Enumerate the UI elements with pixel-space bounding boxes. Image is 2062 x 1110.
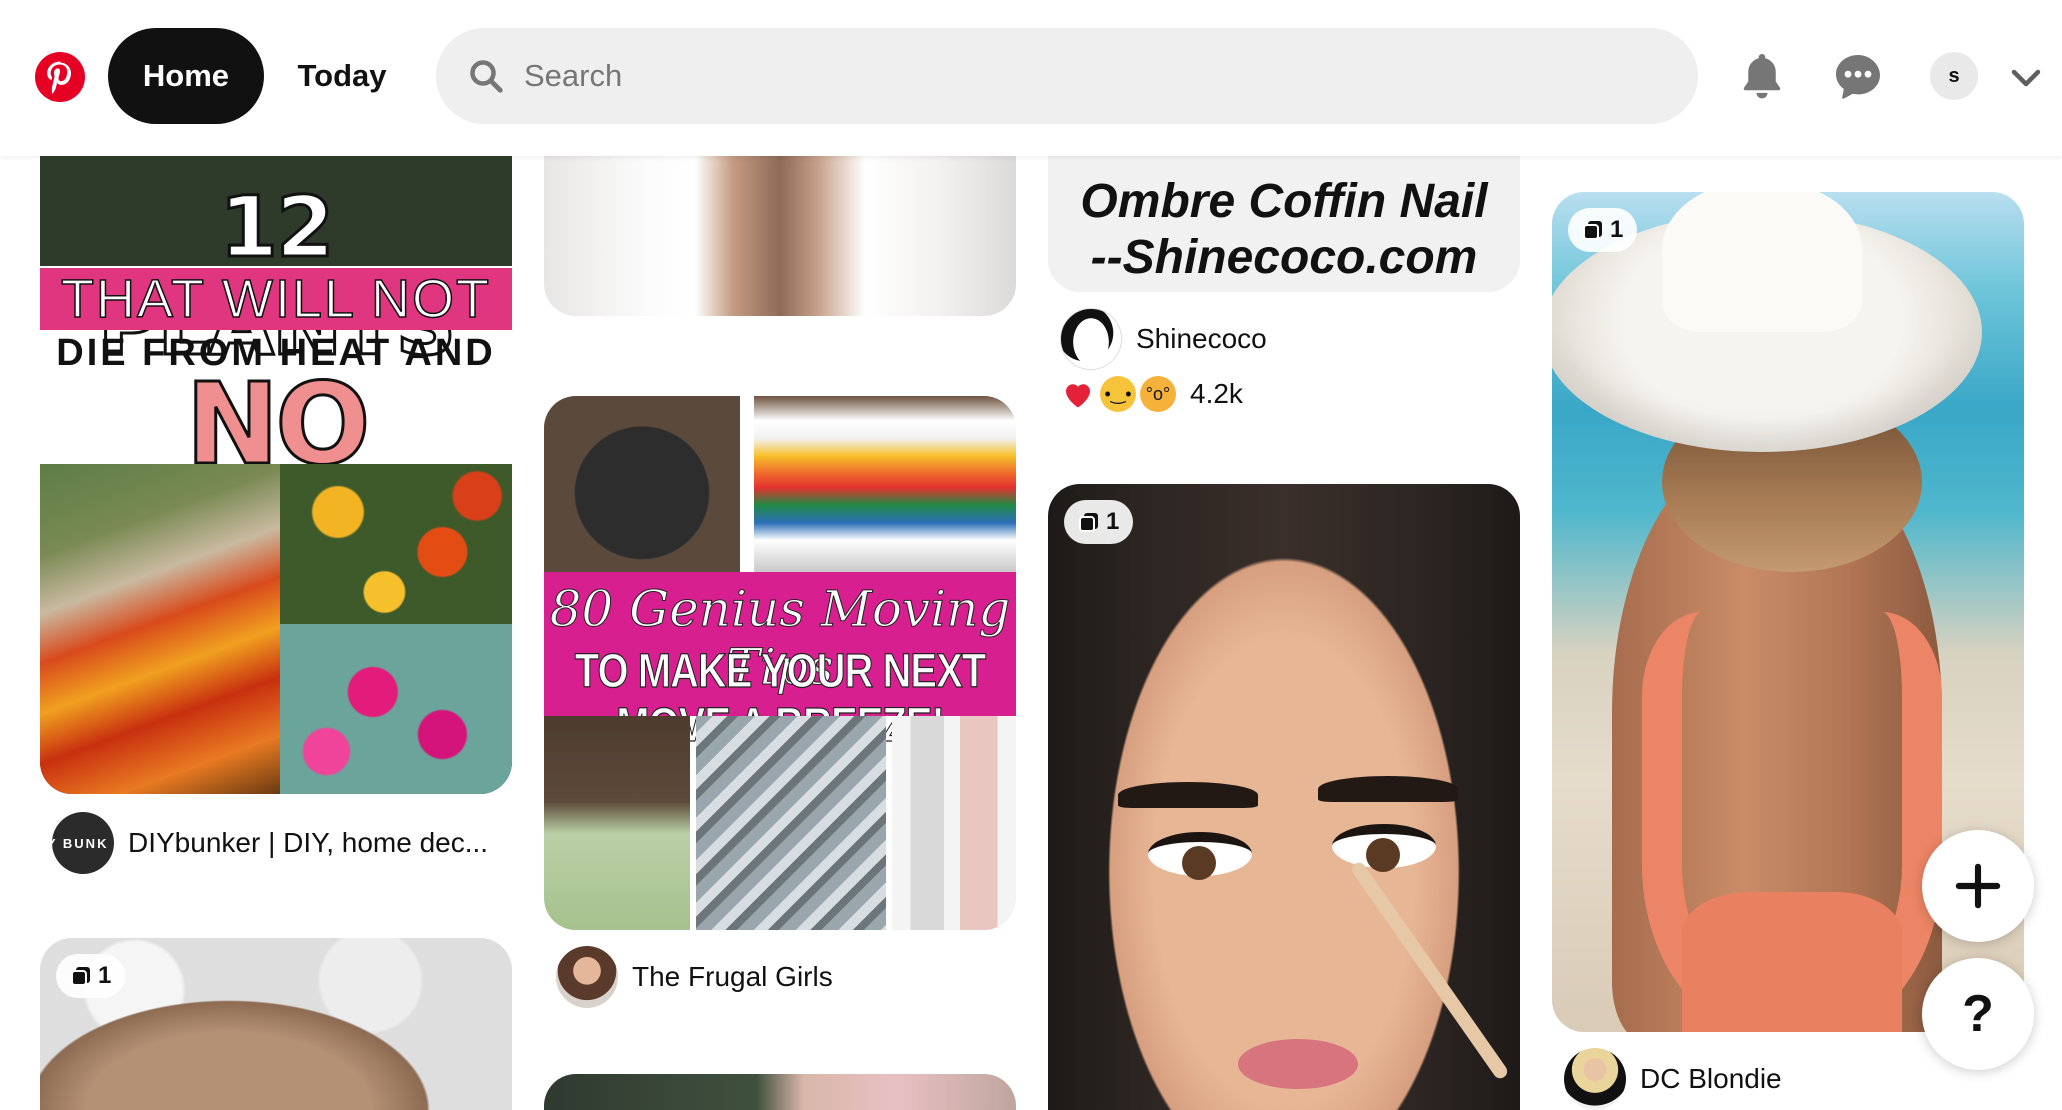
help-button[interactable]: ? [1922,958,2034,1070]
slow-cooker-photo [544,396,740,572]
pin-count-text: 1 [98,962,112,989]
pin-author-row[interactable]: DC Blondie [1564,1048,1782,1110]
pin-image-text-line: --Shinecoco.com [1090,231,1478,284]
primula-photo [280,624,512,794]
search-input[interactable] [524,58,1674,94]
plates-photo [754,396,1016,572]
bell-icon [1743,54,1781,99]
pin-image-text: THAT WILL NOT [40,268,512,330]
pin-author-row[interactable]: The Frugal Girls [556,946,833,1008]
flowers-photo [280,464,512,624]
pin-count-text: 1 [1106,508,1120,535]
garden-photo [40,464,280,794]
pin-moving-tips-image[interactable]: 80 Genius Moving Tips TO MAKE YOUR NEXT … [544,396,1016,930]
stack-icon [1079,513,1098,532]
lips [1238,1039,1358,1089]
pin-image-text-line: Ombre Coffin Nail [1080,175,1488,228]
search-icon [470,60,503,93]
chevron-down-icon[interactable] [2008,60,2044,96]
profile-avatar[interactable]: s [1930,52,1978,100]
pin-braid-image[interactable]: 1 [40,938,512,1110]
hat-crown [1662,192,1862,332]
idea-reaction-icon: •‿• [1100,376,1136,412]
pin-makeup-image[interactable]: 1 [1048,484,1520,1110]
makeup-brush [1349,859,1510,1081]
pin-plants-image[interactable]: 12 PLANTS THAT WILL NOT DIE FROM HEAT AN… [40,156,512,794]
notifications-button[interactable] [1734,48,1790,104]
search-bar[interactable] [436,28,1698,124]
right-eye [1332,824,1436,872]
pin-image-text: Ombre Coffin Nail --Shinecoco.com [1048,174,1520,286]
author-name[interactable]: DIYbunker | DIY, home dec... [128,827,488,859]
author-avatar: DIY BUNK ER [30,812,134,874]
left-brow [1118,782,1258,808]
swimsuit-bottom [1682,892,1902,1032]
home-tab[interactable]: Home [108,28,264,124]
question-mark-icon: ? [1962,985,1994,1043]
pin-nails-image[interactable]: Ombre Coffin Nail --Shinecoco.com [1048,156,1520,292]
author-avatar [1564,1048,1626,1110]
author-name[interactable]: Shinecoco [1136,323,1267,355]
right-brow [1318,776,1458,802]
messages-button[interactable] [1830,48,1886,104]
author-avatar [556,946,618,1008]
stack-icon [71,967,90,986]
pin-blouse-image[interactable] [544,156,1016,316]
reaction-count: 4.2k [1190,378,1243,409]
plus-icon [1955,863,2001,909]
today-tab[interactable]: Today [280,28,404,124]
pin-count-text: 1 [1610,216,1624,243]
author-avatar-text: DIY BUNK ER [29,835,137,851]
pin-count-badge: 1 [1064,500,1134,544]
chat-bubble-icon [1836,55,1880,99]
pin-flowers-bottom-image[interactable] [544,1074,1016,1110]
pinterest-logo-icon[interactable] [35,52,85,102]
pin-count-badge: 1 [1568,208,1638,252]
left-eye [1148,832,1252,880]
stack-icon [1583,221,1602,240]
pin-author-row[interactable]: DIY BUNK ER DIYbunker | DIY, home dec... [30,812,488,874]
heart-icon [1066,384,1090,408]
author-name[interactable]: DC Blondie [1640,1063,1782,1095]
author-name[interactable]: The Frugal Girls [632,961,833,993]
bagged-clothes-photo [892,716,1016,930]
wow-reaction-icon: °o° [1140,376,1176,412]
couch-photo [544,716,690,930]
author-avatar [1060,308,1122,370]
create-button[interactable] [1922,830,2034,942]
reactions-row[interactable]: •‿• °o° 4.2k [1060,376,1243,412]
pin-author-row[interactable]: Shinecoco [1060,308,1267,370]
pin-count-badge: 1 [56,954,126,998]
top-navigation-bar: Home Today s [0,0,2062,156]
wrapped-drawer-photo [696,716,886,930]
